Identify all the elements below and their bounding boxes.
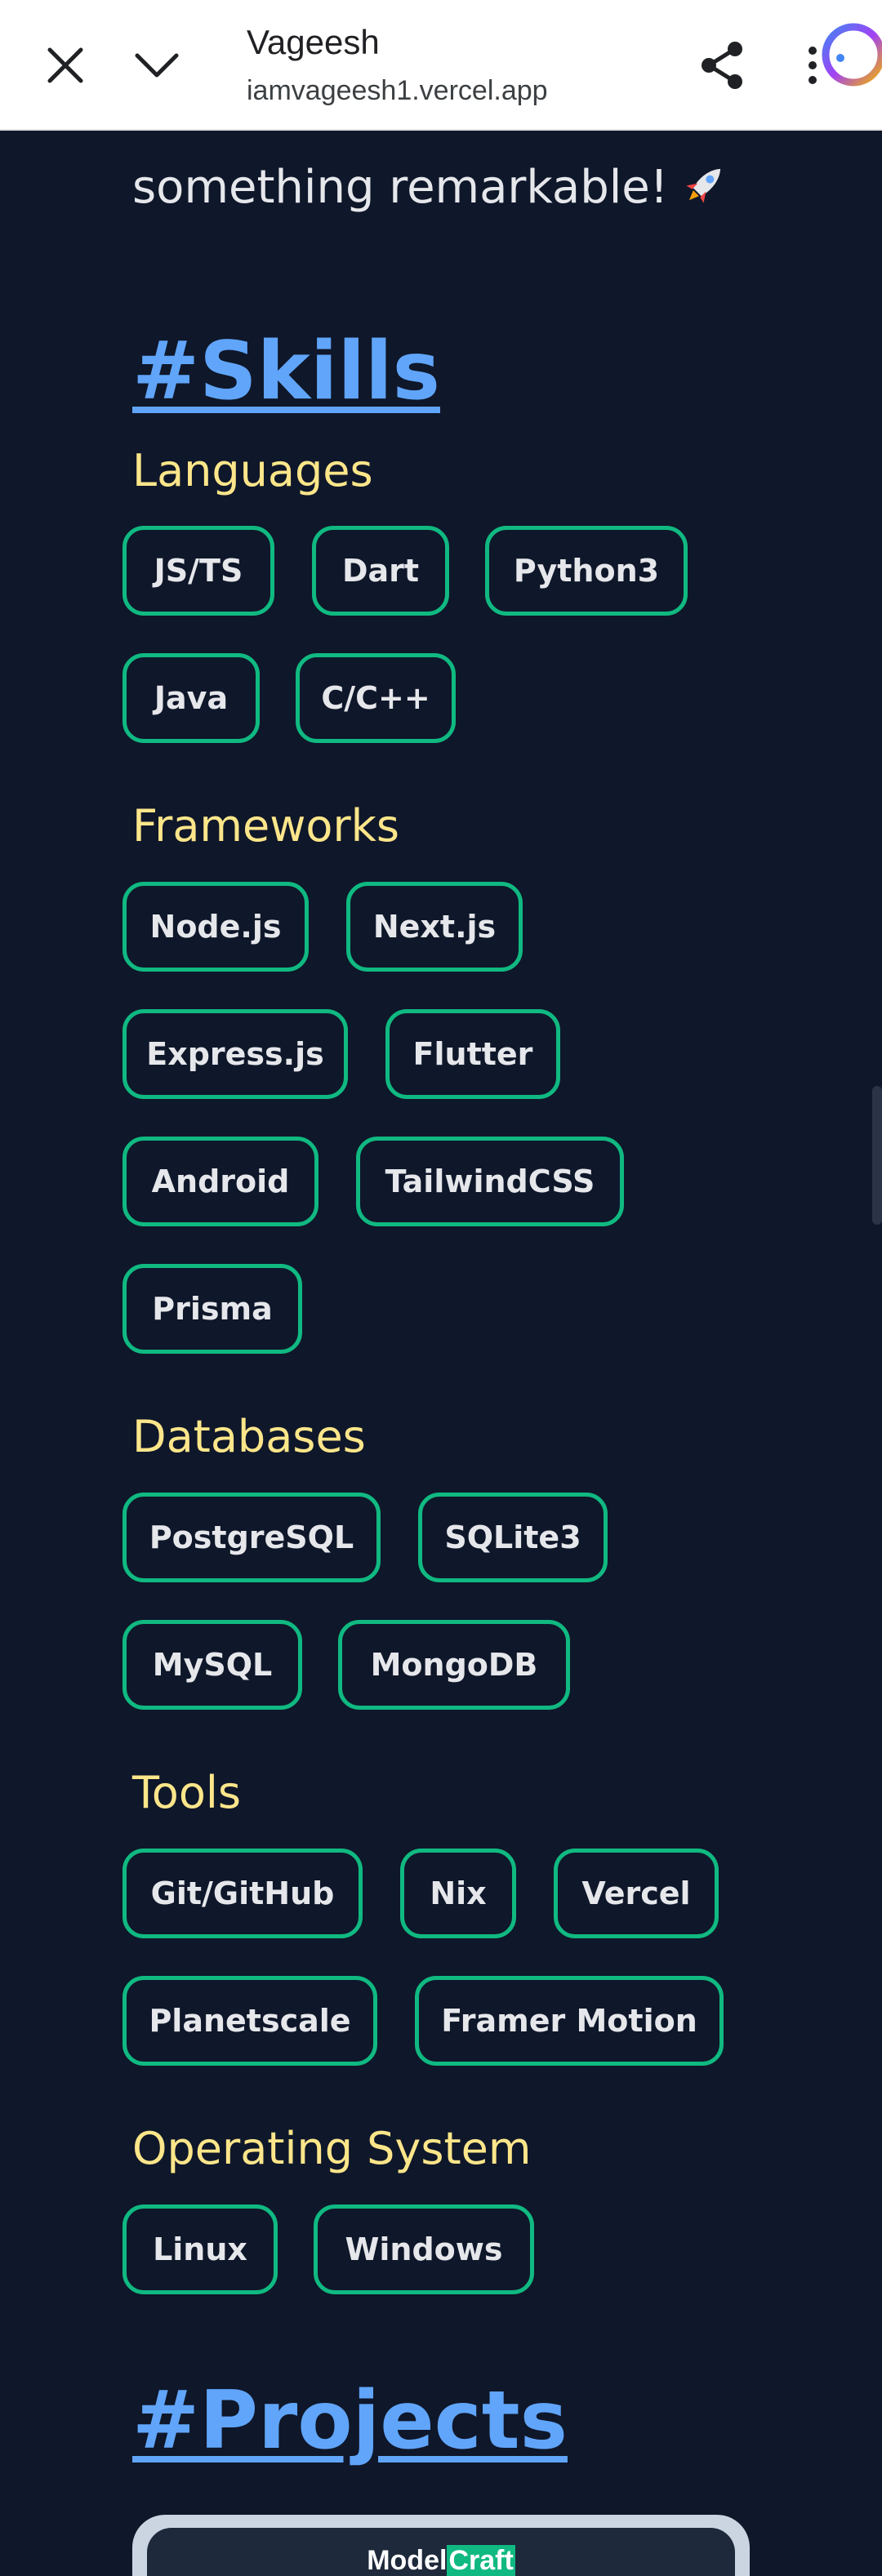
skill-chip: Node.js [122, 882, 309, 972]
project-logo: Model Craft [367, 2541, 515, 2576]
skill-chip: Android [122, 1137, 318, 1226]
chevron-down-icon [135, 53, 179, 78]
page-url[interactable]: iamvageesh1.vercel.app [247, 75, 548, 107]
skill-chip: MySQL [122, 1620, 302, 1710]
skill-chip: Flutter [385, 1009, 560, 1099]
skill-chip: C/C++ [296, 653, 456, 743]
skill-chip: PostgreSQL [122, 1493, 381, 1582]
skill-chip: Express.js [122, 1009, 348, 1099]
intro-text: something remarkable! [132, 161, 669, 215]
close-button[interactable] [33, 33, 98, 98]
skill-chip: Framer Motion [415, 1976, 724, 2066]
skill-chip: Python3 [485, 526, 688, 616]
skill-chip: TailwindCSS [356, 1137, 624, 1226]
skill-chip: Git/GitHub [122, 1849, 363, 1938]
close-icon [47, 47, 83, 83]
scrollbar-thumb[interactable] [872, 1086, 882, 1225]
skill-chip: SQLite3 [418, 1493, 608, 1582]
minimize-button[interactable] [124, 33, 189, 98]
skill-chip: Vercel [554, 1849, 719, 1938]
project-logo-text-highlight: Craft [447, 2544, 515, 2576]
intro-line-2: something remarkable! [132, 159, 730, 221]
page-title: Vageesh [247, 23, 380, 61]
assistant-icon [822, 23, 882, 87]
share-icon [702, 42, 742, 89]
skill-chip: Windows [314, 2205, 534, 2294]
project-logo-text: Model [367, 2544, 448, 2576]
skill-chip: Nix [400, 1849, 516, 1938]
skill-chip: JS/TS [122, 526, 274, 616]
skills-heading[interactable]: #Skills [132, 325, 440, 418]
category-title-operating-system: Operating System [132, 2123, 532, 2174]
skill-chip: Prisma [122, 1264, 302, 1354]
skill-chip: Next.js [346, 882, 523, 972]
skill-chip: Linux [122, 2205, 278, 2294]
share-button[interactable] [686, 33, 760, 98]
browser-top-bar: Vageesh iamvageesh1.vercel.app [0, 0, 882, 131]
category-title-tools: Tools [132, 1767, 242, 1818]
project-card[interactable]: Model Craft [132, 2515, 750, 2576]
projects-heading[interactable]: #Projects [132, 2374, 568, 2467]
rocket-icon [679, 159, 730, 221]
category-title-databases: Databases [132, 1411, 366, 1462]
skill-chip: Java [122, 653, 260, 743]
skill-chip: Planetscale [122, 1976, 377, 2066]
project-card-preview: Model Craft [147, 2528, 735, 2576]
assistant-button[interactable] [817, 18, 882, 91]
skill-chip: Dart [312, 526, 449, 616]
category-title-languages: Languages [132, 445, 373, 496]
skill-chip: MongoDB [338, 1620, 570, 1710]
category-title-frameworks: Frameworks [132, 800, 400, 852]
